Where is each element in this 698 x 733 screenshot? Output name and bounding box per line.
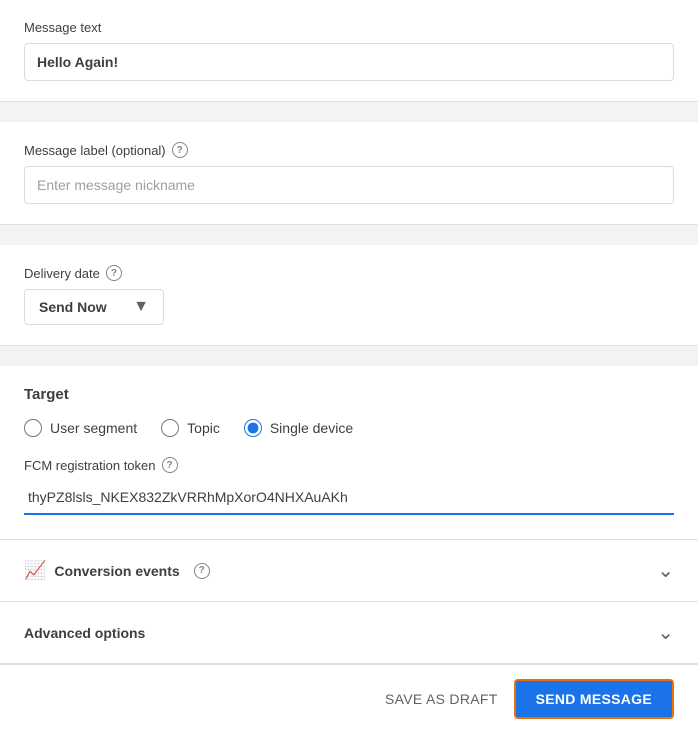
single-device-radio[interactable] — [244, 419, 262, 437]
trend-icon: 📈 — [24, 560, 46, 581]
message-label-section: Message label (optional) ? — [0, 122, 698, 225]
user-segment-radio[interactable] — [24, 419, 42, 437]
single-device-label: Single device — [270, 420, 353, 436]
delivery-date-label: Delivery date ? — [24, 265, 674, 281]
user-segment-label: User segment — [50, 420, 137, 436]
topic-option[interactable]: Topic — [161, 419, 220, 437]
target-radio-group: User segment Topic Single device — [24, 419, 674, 437]
conversion-events-section[interactable]: 📈 Conversion events ? ⌄ — [0, 540, 698, 602]
delivery-date-section: Delivery date ? Send Now ▼ — [0, 245, 698, 346]
conversion-events-help-icon[interactable]: ? — [194, 563, 210, 579]
advanced-options-title: Advanced options — [24, 625, 657, 641]
single-device-option[interactable]: Single device — [244, 419, 353, 437]
user-segment-option[interactable]: User segment — [24, 419, 137, 437]
fcm-token-label: FCM registration token ? — [24, 457, 674, 473]
message-text-section: Message text — [0, 0, 698, 102]
topic-radio[interactable] — [161, 419, 179, 437]
fcm-token-help-icon[interactable]: ? — [162, 457, 178, 473]
delivery-date-dropdown[interactable]: Send Now ▼ — [24, 289, 164, 325]
target-section: Target User segment Topic Single device … — [0, 366, 698, 540]
message-text-input[interactable] — [24, 43, 674, 81]
save-draft-button[interactable]: SAVE AS DRAFT — [385, 691, 498, 707]
message-label-input[interactable] — [24, 166, 674, 204]
conversion-events-chevron-icon: ⌄ — [657, 558, 674, 583]
conversion-events-title: 📈 Conversion events ? — [24, 560, 657, 581]
message-label-help-icon[interactable]: ? — [172, 142, 188, 158]
delivery-date-value: Send Now — [39, 299, 107, 315]
message-label-label: Message label (optional) ? — [24, 142, 674, 158]
target-title: Target — [24, 386, 674, 403]
footer-bar: SAVE AS DRAFT SEND MESSAGE — [0, 664, 698, 733]
delivery-date-chevron-icon: ▼ — [133, 298, 149, 316]
advanced-options-chevron-icon: ⌄ — [657, 620, 674, 645]
delivery-date-dropdown-wrapper: Send Now ▼ — [24, 289, 164, 325]
topic-label: Topic — [187, 420, 220, 436]
advanced-options-section[interactable]: Advanced options ⌄ — [0, 602, 698, 664]
page-container: Message text Message label (optional) ? … — [0, 0, 698, 733]
fcm-token-input[interactable] — [24, 481, 674, 515]
delivery-date-help-icon[interactable]: ? — [106, 265, 122, 281]
message-text-label: Message text — [24, 20, 674, 35]
send-message-button[interactable]: SEND MESSAGE — [514, 679, 674, 719]
fcm-token-field: FCM registration token ? — [24, 457, 674, 515]
